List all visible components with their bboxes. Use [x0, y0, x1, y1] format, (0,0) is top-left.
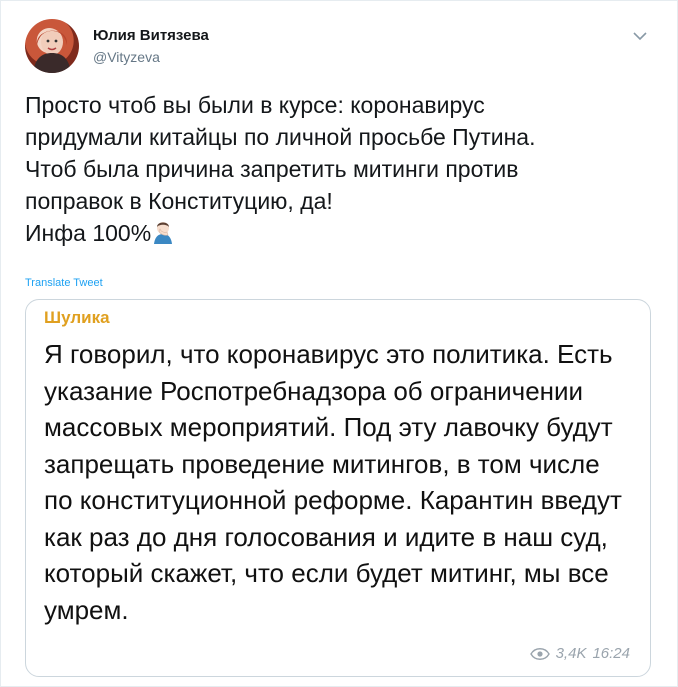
quoted-tweet[interactable]: Шулика Я говорил, что коронавирус это по…: [25, 299, 651, 677]
quote-text: Я говорил, что коронавирус это политика.…: [44, 339, 622, 625]
tweet-text: Просто чтоб вы были в курсе: коронавирус…: [25, 89, 645, 252]
view-count: 3,4K: [555, 645, 587, 662]
avatar[interactable]: [25, 19, 79, 73]
chevron-down-icon[interactable]: [631, 29, 649, 43]
quote-author: Шулика: [44, 308, 110, 327]
translate-tweet-link[interactable]: Translate Tweet: [25, 277, 103, 289]
user-handle[interactable]: @Vityzeva: [93, 49, 160, 65]
display-name[interactable]: Юлия Витязева: [93, 27, 209, 44]
person-facepalming-emoji: [151, 220, 175, 252]
tweet-card: Юлия Витязева @Vityzeva Просто чтоб вы б…: [0, 0, 678, 687]
quote-meta: 3,4K 16:24: [529, 645, 630, 662]
quote-timestamp: 16:24: [592, 645, 630, 662]
eye-icon: [529, 647, 550, 660]
tweet-body: Просто чтоб вы были в курсе: коронавирус…: [25, 92, 536, 246]
